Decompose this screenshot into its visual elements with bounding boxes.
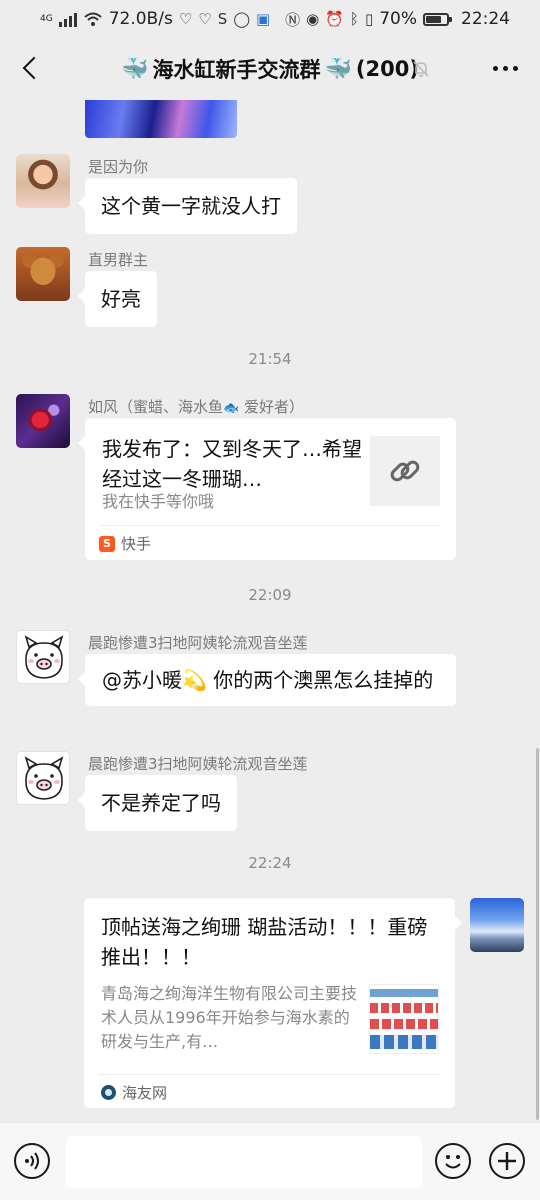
link-card[interactable]: 我发布了：又到冬天了…希望经过这一冬珊瑚… 我在快手等你哦 S 快手 (78, 418, 456, 560)
more-button[interactable] (493, 66, 518, 71)
sender-name: 如风（蜜蜡、海水鱼🐟 爱好者） (88, 398, 304, 416)
emoji-button[interactable] (435, 1143, 471, 1179)
whale-emoji-icon: 🐳 (121, 56, 149, 82)
status-right: Ⓝ ◉ ⏰ ᛒ ▯ 70% 22:24 (285, 9, 510, 30)
bluetooth-icon: ᛒ (349, 10, 359, 28)
card-title: 顶帖送海之绚珊 瑚盐活动！！！重磅推出！！！ (101, 915, 428, 969)
card-source: 海友网 (101, 1082, 167, 1103)
card-divider (99, 525, 440, 526)
clock: 22:24 (461, 9, 510, 29)
group-name: 海水缸新手交流群 (152, 58, 321, 82)
app-s-icon: S (217, 10, 228, 28)
status-left: 4G 72.0B/s ♡ ♡ S ◯ ▣ (40, 9, 270, 29)
signal-icon (58, 11, 77, 27)
avatar[interactable] (16, 394, 70, 448)
timestamp: 22:24 (248, 854, 292, 872)
message-input[interactable] (66, 1136, 422, 1188)
whale-emoji-icon: 🐳 (324, 56, 352, 82)
mention[interactable]: @苏小暖 (102, 668, 182, 692)
back-button[interactable] (18, 52, 48, 86)
voice-icon (25, 1152, 39, 1170)
battery-fill (426, 15, 442, 23)
network-speed: 72.0B/s (108, 9, 173, 29)
bell-mute-icon (413, 61, 429, 77)
timestamp: 22:09 (248, 586, 292, 604)
fish-emoji-icon: 🐟 (223, 401, 240, 416)
kuaishou-logo-icon: S (99, 535, 115, 552)
battery-percent: 70% (379, 9, 417, 29)
card-divider (98, 1074, 439, 1075)
avatar[interactable] (16, 247, 70, 301)
alarm-icon: ⏰ (325, 10, 344, 28)
wifi-icon (84, 12, 102, 26)
input-bar (0, 1122, 540, 1200)
timestamp: 21:54 (248, 350, 292, 368)
text-message[interactable]: 好亮 (78, 271, 157, 327)
avatar[interactable] (16, 630, 70, 684)
chat-title[interactable]: 🐳 海水缸新手交流群 🐳 (200) (121, 54, 419, 84)
vibrate-icon: ▯ (364, 10, 374, 28)
dizzy-emoji-icon: 💫 (182, 668, 207, 692)
source-name: 快手 (121, 535, 152, 553)
text-message[interactable]: @苏小暖💫 你的两个澳黑怎么挂掉的 (78, 654, 456, 706)
circle-app-icon: ◯ (233, 10, 251, 28)
sender-name: 晨跑惨遭3扫地阿姨轮流观音坐莲 (88, 634, 308, 652)
avatar[interactable] (470, 898, 524, 952)
link-thumbnail (369, 984, 439, 1054)
status-bar: 4G 72.0B/s ♡ ♡ S ◯ ▣ Ⓝ ◉ ⏰ ᛒ ▯ 70% 22:24 (0, 0, 540, 38)
plus-button[interactable] (489, 1143, 525, 1179)
message-list[interactable]: 是因为你 这个黄一字就没人打 直男群主 好亮 21:54 如风（蜜蜡、海水鱼🐟 … (0, 100, 540, 1122)
nfc-icon: Ⓝ (285, 10, 301, 29)
plus-icon (498, 1152, 516, 1170)
link-icon (390, 460, 420, 482)
text-message[interactable]: 不是养定了吗 (78, 775, 237, 831)
network-type: 4G (40, 14, 53, 24)
pig-avatar-icon (24, 635, 64, 679)
link-card[interactable]: 顶帖送海之绚珊 瑚盐活动！！！重磅推出！！！ 青岛海之绚海洋生物有限公司主要技术… (84, 898, 462, 1108)
link-thumbnail (370, 436, 440, 506)
sender-name: 是因为你 (88, 158, 149, 176)
sender-name: 晨跑惨遭3扫地阿姨轮流观音坐莲 (88, 755, 308, 773)
bulb-icon: ▣ (256, 10, 271, 28)
heart-icon: ♡ (198, 10, 212, 28)
image-message[interactable] (85, 100, 237, 138)
source-name: 海友网 (122, 1084, 168, 1102)
emoji-icon (445, 1155, 461, 1169)
chat-header: 🐳 海水缸新手交流群 🐳 (200) (0, 38, 540, 100)
card-description: 我在快手等你哦 (102, 492, 215, 511)
pig-avatar-icon (24, 756, 64, 800)
scrollbar[interactable] (536, 748, 539, 1120)
card-title: 我发布了：又到冬天了…希望经过这一冬珊瑚… (102, 437, 362, 491)
avatar[interactable] (16, 154, 70, 208)
eye-icon: ◉ (306, 10, 320, 28)
voice-button[interactable] (14, 1143, 50, 1179)
heart-rate-icon: ♡ (178, 10, 193, 28)
battery-icon (423, 12, 452, 26)
text-message[interactable]: 这个黄一字就没人打 (78, 178, 297, 234)
sender-name: 直男群主 (88, 251, 149, 269)
card-description: 青岛海之绚海洋生物有限公司主要技术人员从1996年开始参与海水素的研发与生产,有… (101, 984, 357, 1051)
haiyou-logo-icon (101, 1085, 116, 1100)
member-count: (200) (355, 57, 419, 81)
card-source: S 快手 (99, 533, 151, 554)
avatar[interactable] (16, 751, 70, 805)
